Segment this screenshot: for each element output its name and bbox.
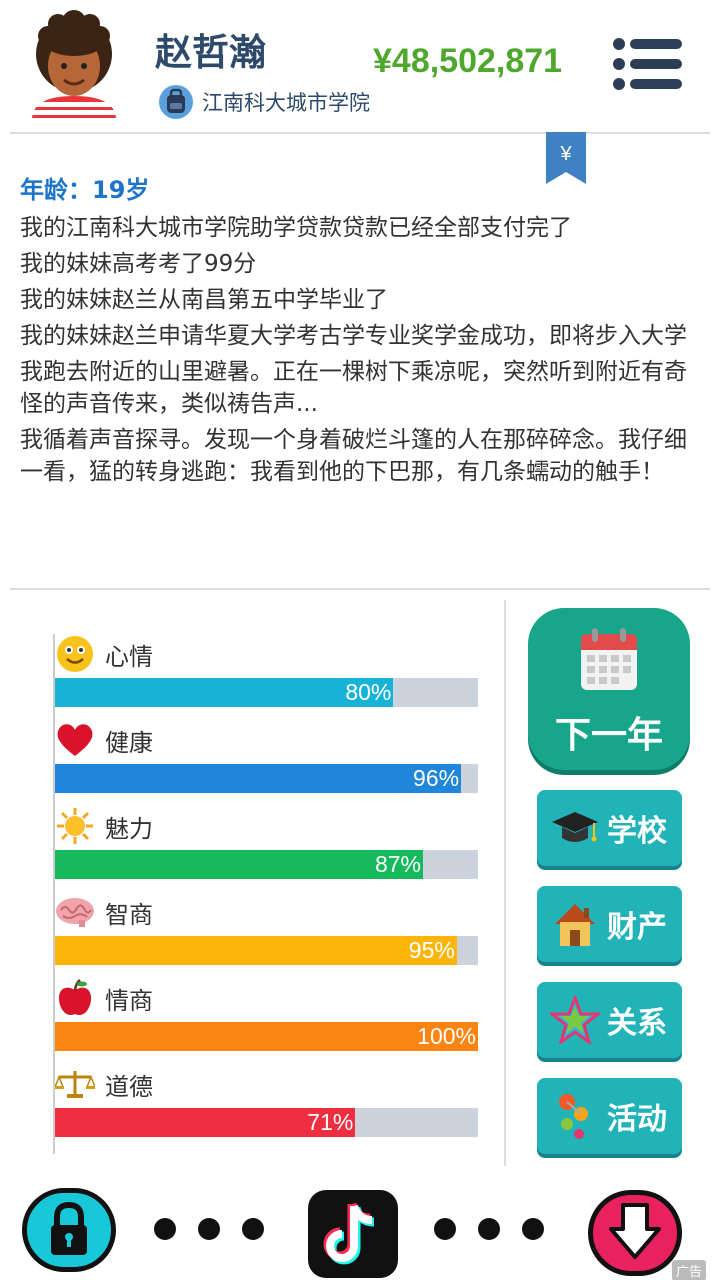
- house-icon: [549, 898, 601, 950]
- stat-value: 96%: [413, 765, 460, 791]
- pager-dots-left: [154, 1218, 286, 1240]
- stat-label: 情商: [105, 986, 153, 1015]
- stat-eq: 情商 100%: [55, 978, 478, 1051]
- tiktok-icon: [323, 1202, 375, 1265]
- school-bag-icon: [158, 84, 194, 120]
- stat-label: 魅力: [105, 814, 153, 843]
- stat-bar: 87%: [55, 850, 478, 879]
- stat-bar: 96%: [55, 764, 478, 793]
- next-year-button[interactable]: 下一年: [528, 608, 690, 770]
- story-line: 我的妹妹高考考了99分: [20, 251, 257, 277]
- stat-bar: 100%: [55, 1022, 478, 1051]
- school-info: 江南科大城市学院: [158, 84, 370, 120]
- assets-button-label: 财产: [607, 910, 667, 945]
- stat-label: 心情: [105, 642, 153, 671]
- graduation-cap-icon: [549, 802, 601, 854]
- stat-bar-fill: 71%: [55, 1108, 356, 1137]
- story-line: 我的妹妹赵兰申请华夏大学考古学专业奖学金成功，即将步入大学: [20, 323, 687, 349]
- life-story: 年龄：19岁 我的江南科大城市学院助学贷款贷款已经全部支付完了 我的妹妹高考考了…: [20, 174, 700, 492]
- stat-value: 80%: [345, 679, 392, 705]
- stat-label: 智商: [105, 900, 153, 929]
- activities-button-label: 活动: [607, 1102, 667, 1137]
- star-icon: [549, 994, 601, 1046]
- scales-icon: [55, 1064, 95, 1104]
- header-divider: [10, 132, 710, 134]
- school-button[interactable]: 学校: [537, 790, 682, 866]
- story-line: 我的妹妹赵兰从南昌第五中学毕业了: [20, 287, 388, 313]
- stat-mood: 心情 80%: [55, 634, 478, 707]
- story-line: 我循着声音探寻。发现一个身着破烂斗篷的人在那碎碎念。我仔细一看，猛的转身逃跑：我…: [20, 427, 687, 485]
- lock-button[interactable]: [22, 1188, 116, 1272]
- age-label: 年龄：19岁: [20, 176, 150, 204]
- story-divider: [10, 588, 710, 590]
- calendar-icon: [579, 626, 639, 692]
- stat-bar: 95%: [55, 936, 478, 965]
- school-name: 江南科大城市学院: [202, 91, 370, 115]
- apple-icon: [55, 978, 95, 1018]
- tiktok-button[interactable]: [308, 1190, 398, 1278]
- column-divider: [504, 600, 506, 1166]
- stat-morality: 道德 71%: [55, 1064, 478, 1137]
- menu-icon[interactable]: [612, 38, 684, 90]
- activity-dots-icon: [549, 1090, 601, 1142]
- player-name: 赵哲瀚: [155, 31, 266, 74]
- school-button-label: 学校: [607, 814, 667, 849]
- stat-bar-fill: 96%: [55, 764, 462, 793]
- money-balance: ¥48,502,871: [373, 42, 563, 80]
- pager-dots-right: [434, 1218, 566, 1240]
- stat-bar: 71%: [55, 1108, 478, 1137]
- stat-value: 87%: [374, 851, 421, 877]
- stat-bar-fill: 95%: [55, 936, 457, 965]
- relations-button[interactable]: 关系: [537, 982, 682, 1058]
- activities-button[interactable]: 活动: [537, 1078, 682, 1154]
- bookmark-symbol: ¥: [559, 143, 572, 165]
- stat-bar-fill: 87%: [55, 850, 423, 879]
- story-line: 我跑去附近的山里避暑。正在一棵树下乘凉呢，突然听到附近有奇怪的声音传来，类似祷告…: [20, 359, 687, 417]
- lock-icon: [51, 1201, 87, 1255]
- stat-value: 95%: [408, 937, 455, 963]
- relations-button-label: 关系: [607, 1006, 667, 1041]
- story-line: 我的江南科大城市学院助学贷款贷款已经全部支付完了: [20, 215, 572, 241]
- stat-iq: 智商 95%: [55, 892, 478, 965]
- down-arrow-icon: [609, 1203, 661, 1259]
- ad-badge: 广告: [672, 1260, 707, 1280]
- stat-charm: 魅力 87%: [55, 806, 478, 879]
- sun-icon: [55, 806, 95, 846]
- stat-label: 道德: [105, 1072, 153, 1101]
- stat-value: 71%: [307, 1109, 354, 1135]
- smiley-face-icon: [55, 634, 95, 674]
- stat-health: 健康 96%: [55, 720, 478, 793]
- assets-button[interactable]: 财产: [537, 886, 682, 962]
- stat-bar: 80%: [55, 678, 478, 707]
- stat-label: 健康: [105, 728, 153, 757]
- stat-bar-fill: 100%: [55, 1022, 478, 1051]
- download-button[interactable]: [588, 1190, 682, 1276]
- heart-icon: [55, 720, 95, 760]
- stat-value: 100%: [417, 1023, 476, 1049]
- stat-bar-fill: 80%: [55, 678, 394, 707]
- avatar: [28, 10, 120, 118]
- brain-icon: [55, 892, 95, 932]
- next-year-label: 下一年: [554, 715, 663, 756]
